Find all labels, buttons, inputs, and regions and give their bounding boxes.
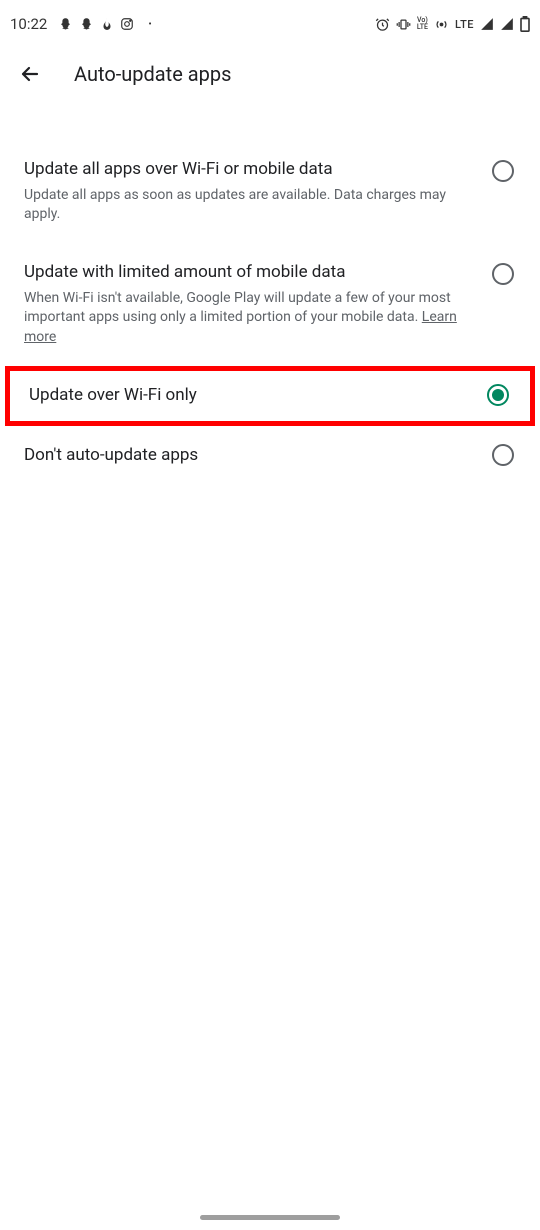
lte-label: LTE [455, 18, 474, 31]
dot-icon: • [148, 19, 151, 30]
radio-button[interactable] [492, 160, 516, 184]
subtitle-text: When Wi-Fi isn't available, Google Play … [24, 290, 451, 326]
header: Auto-update apps [0, 48, 540, 100]
page-title: Auto-update apps [74, 62, 231, 86]
vibrate-icon [396, 17, 411, 32]
option-dont-update[interactable]: Don't auto-update apps [0, 426, 540, 486]
battery-icon [520, 16, 530, 32]
signal-icon-1 [480, 17, 494, 31]
option-subtitle: When Wi-Fi isn't available, Google Play … [24, 289, 472, 348]
status-left: 10:22 • [10, 15, 152, 33]
option-wifi-only[interactable]: Update over Wi-Fi only [5, 366, 535, 426]
radio-button[interactable] [487, 384, 511, 408]
radio-button[interactable] [492, 444, 516, 468]
option-text: Update with limited amount of mobile dat… [24, 261, 492, 348]
radio-button[interactable] [492, 263, 516, 287]
option-text: Update all apps over Wi-Fi or mobile dat… [24, 158, 492, 225]
status-time: 10:22 [10, 15, 47, 33]
options-list: Update all apps over Wi-Fi or mobile dat… [0, 140, 540, 486]
option-subtitle: Update all apps as soon as updates are a… [24, 186, 472, 225]
status-bar: 10:22 • Vo) LTE LTE [0, 0, 540, 48]
option-title: Update over Wi-Fi only [29, 387, 467, 404]
option-title: Don't auto-update apps [24, 447, 472, 464]
option-title: Update with limited amount of mobile dat… [24, 261, 472, 285]
status-right: Vo) LTE LTE [375, 16, 530, 32]
arrow-left-icon [18, 62, 42, 86]
option-update-all[interactable]: Update all apps over Wi-Fi or mobile dat… [0, 140, 540, 243]
back-button[interactable] [16, 60, 44, 88]
alarm-icon [375, 17, 390, 32]
snapchat-icon-2 [79, 17, 94, 32]
hotspot-icon [434, 17, 449, 32]
volte-icon: Vo) LTE [417, 17, 428, 31]
signal-icon-2 [500, 17, 514, 31]
instagram-icon [120, 17, 134, 31]
option-text: Update over Wi-Fi only [29, 387, 487, 404]
navigation-handle[interactable] [200, 1215, 340, 1220]
option-text: Don't auto-update apps [24, 447, 492, 464]
tinder-icon [100, 17, 114, 31]
option-title: Update all apps over Wi-Fi or mobile dat… [24, 158, 472, 182]
option-limited-data[interactable]: Update with limited amount of mobile dat… [0, 243, 540, 366]
snapchat-icon [58, 17, 73, 32]
